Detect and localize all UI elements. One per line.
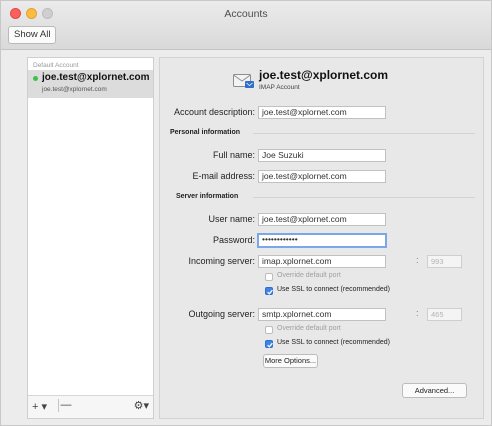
personal-info-heading: Personal information — [170, 129, 241, 136]
personal-divider — [253, 133, 475, 134]
incoming-ssl-checkbox[interactable] — [265, 287, 273, 295]
remove-account-button[interactable]: — — [58, 399, 73, 412]
account-description-label: Account description: — [173, 107, 255, 117]
checkmark-icon — [267, 289, 273, 295]
user-name-label: User name: — [208, 214, 255, 224]
mail-envelope-icon — [233, 74, 254, 88]
incoming-server-label: Incoming server: — [188, 256, 255, 266]
sidebar-section-label: Default Account — [33, 62, 79, 69]
incoming-server-field[interactable]: imap.xplornet.com — [258, 255, 386, 268]
incoming-override-checkbox[interactable] — [265, 273, 273, 281]
full-name-field[interactable]: Joe Suzuki — [258, 149, 386, 162]
incoming-port-separator: : — [416, 255, 419, 265]
outgoing-override-checkbox[interactable] — [265, 326, 273, 334]
checkmark-icon — [267, 342, 273, 348]
more-options-button[interactable]: More Options... — [263, 354, 318, 368]
account-status-icon — [33, 76, 38, 81]
sidebar-account-email: joe.test@xplornet.com — [42, 86, 107, 93]
account-list-sidebar: Default Account joe.test@xplornet.com jo… — [27, 57, 154, 419]
user-name-field[interactable]: joe.test@xplornet.com — [258, 213, 386, 226]
titlebar: Accounts Show All — [1, 1, 491, 50]
account-header-name: joe.test@xplornet.com — [259, 68, 389, 82]
account-detail-panel: joe.test@xplornet.com IMAP Account Accou… — [159, 57, 484, 419]
sidebar-account-name: joe.test@xplornet.com — [42, 72, 150, 83]
account-header-type: IMAP Account — [259, 84, 300, 91]
server-divider — [253, 197, 475, 198]
account-description-field[interactable]: joe.test@xplornet.com — [258, 106, 386, 119]
server-info-heading: Server information — [176, 193, 239, 200]
advanced-button[interactable]: Advanced... — [402, 383, 467, 398]
add-account-button[interactable]: + ▾ — [32, 400, 47, 413]
sidebar-footer: + ▾ — ⚙▾ — [28, 395, 153, 418]
outgoing-port-field[interactable]: 465 — [427, 308, 462, 321]
sidebar-account-item[interactable]: joe.test@xplornet.com joe.test@xplornet.… — [28, 70, 153, 98]
password-label: Password: — [212, 235, 255, 245]
email-address-label: E-mail address: — [192, 171, 255, 181]
outgoing-server-label: Outgoing server: — [188, 309, 255, 319]
outgoing-ssl-label: Use SSL to connect (recommended) — [277, 339, 390, 346]
gear-icon[interactable]: ⚙▾ — [134, 399, 149, 412]
full-name-label: Full name: — [212, 150, 255, 160]
outgoing-ssl-checkbox[interactable] — [265, 340, 273, 348]
incoming-port-field[interactable]: 993 — [427, 255, 462, 268]
incoming-ssl-label: Use SSL to connect (recommended) — [277, 286, 390, 293]
accounts-window: Accounts Show All Default Account joe.te… — [0, 0, 492, 426]
window-title: Accounts — [224, 8, 268, 20]
show-all-button[interactable]: Show All — [8, 26, 57, 44]
outgoing-port-separator: : — [416, 308, 419, 318]
outgoing-server-field[interactable]: smtp.xplornet.com — [258, 308, 386, 321]
outgoing-override-label: Override default port — [277, 325, 341, 332]
password-field[interactable]: •••••••••••• — [257, 233, 387, 248]
incoming-override-label: Override default port — [277, 272, 341, 279]
email-address-field[interactable]: joe.test@xplornet.com — [258, 170, 386, 183]
